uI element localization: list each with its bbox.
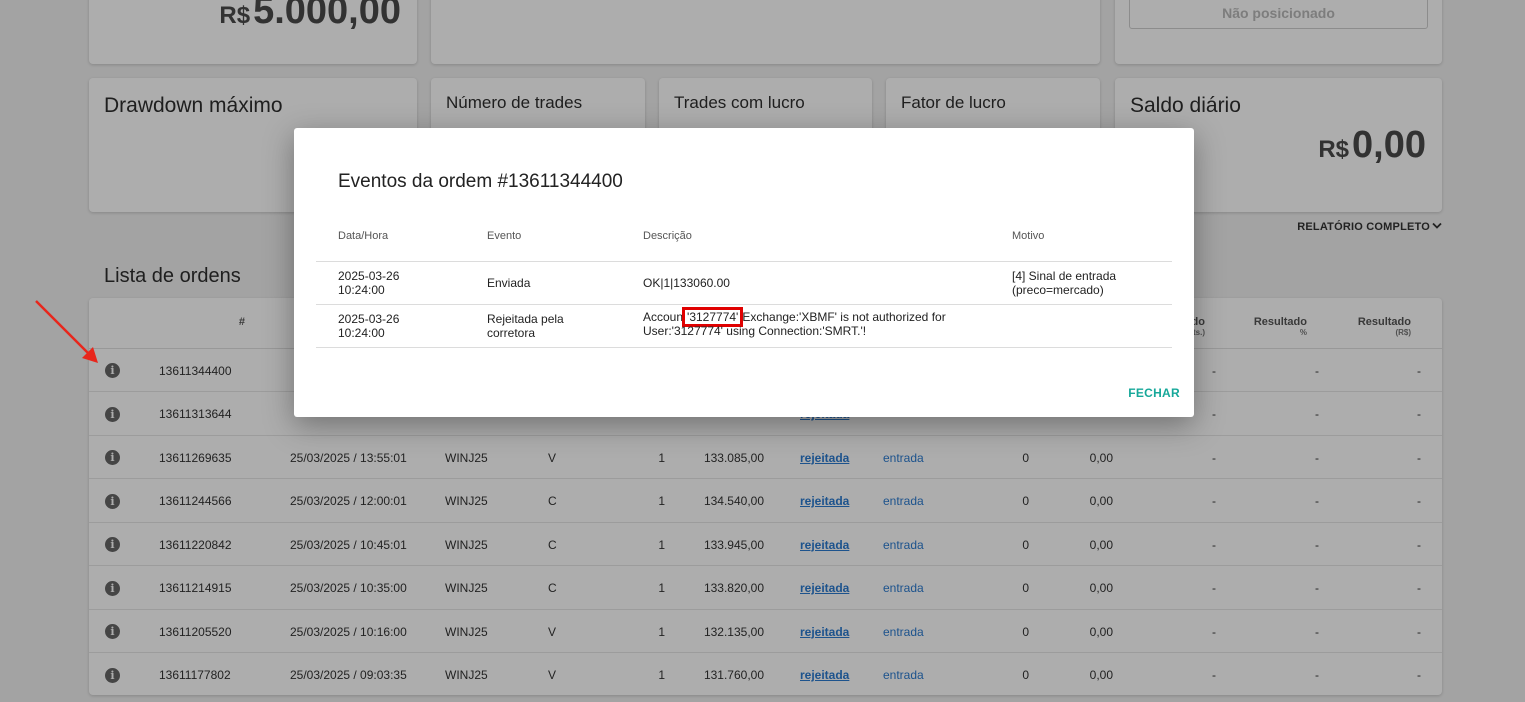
divider [316,347,1172,348]
event-datetime: 2025-03-26 10:24:00 [338,312,400,340]
event-name: Enviada [487,276,531,290]
modal-col-reason: Motivo [1012,230,1045,242]
divider [316,261,1172,262]
modal-col-event: Evento [487,230,522,242]
event-name: Rejeitada pela corretora [487,312,564,340]
modal-title: Eventos da ordem #13611344400 [338,171,623,192]
event-datetime: 2025-03-26 10:24:00 [338,269,400,297]
order-events-modal: Eventos da ordem #13611344400 Data/Hora … [294,128,1194,417]
close-button[interactable]: FECHAR [1128,386,1180,400]
divider [316,304,1172,305]
modal-col-description: Descrição [643,230,692,242]
event-description: OK|1|133060.00 [643,276,730,290]
annotation-arrow-icon [35,300,98,363]
event-description: Accoun '3127774' Exchange:'XBMF' is not au… [643,307,946,338]
event-reason: [4] Sinal de entrada (preco=mercado) [1012,269,1117,297]
modal-col-datetime: Data/Hora [338,230,389,242]
